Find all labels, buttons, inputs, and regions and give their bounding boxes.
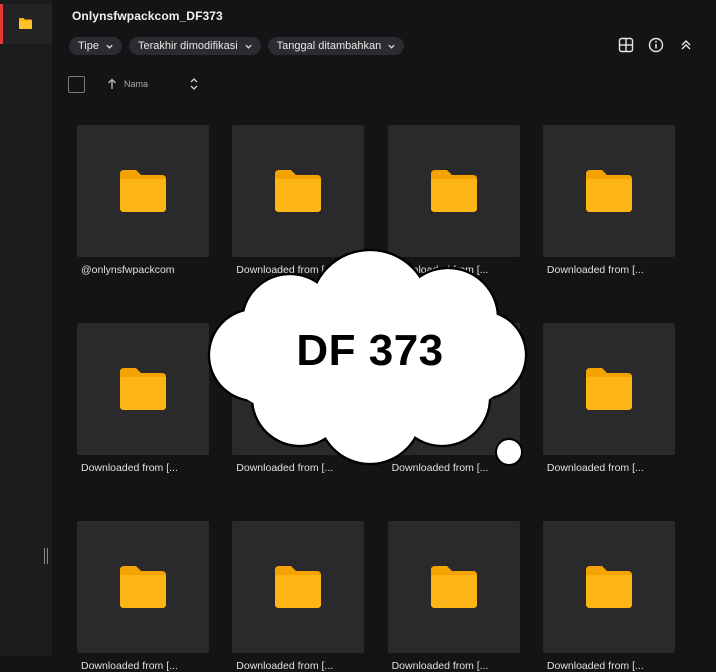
toolbar bbox=[618, 37, 694, 53]
folder-thumbnail bbox=[542, 125, 675, 257]
chevron-down-icon bbox=[388, 44, 395, 49]
folder-name: Downloaded from [... bbox=[546, 264, 644, 276]
folder-thumbnail bbox=[232, 125, 365, 257]
folder-icon bbox=[120, 368, 166, 410]
folder-name: Downloaded from [... bbox=[236, 660, 334, 672]
folder-name: Downloaded from [... bbox=[391, 264, 489, 276]
filter-modified[interactable]: Terakhir dimodifikasi bbox=[129, 37, 261, 55]
folder-tile[interactable]: Downloaded from [... bbox=[232, 521, 365, 672]
rail-item-files[interactable] bbox=[0, 4, 52, 44]
folder-tile[interactable]: Downloaded from [... bbox=[542, 521, 675, 672]
folder-icon bbox=[585, 566, 632, 608]
folder-tile[interactable]: Downloaded from [... bbox=[387, 521, 520, 672]
folder-tile[interactable]: Downloaded from [... bbox=[77, 323, 209, 474]
chevron-down-icon bbox=[245, 44, 252, 49]
folder-tile[interactable]: @onlynsfwpackcom bbox=[77, 125, 209, 276]
folder-icon bbox=[585, 170, 632, 212]
folder-name: Downloaded from [... bbox=[81, 660, 178, 672]
folder-tile[interactable]: Downloaded from [... bbox=[542, 125, 675, 276]
folder-icon bbox=[585, 368, 632, 410]
filter-label: Tipe bbox=[78, 40, 99, 52]
folder-thumbnail bbox=[77, 521, 209, 653]
select-all-checkbox[interactable] bbox=[68, 76, 85, 93]
folder-name: Downloaded from [... bbox=[546, 462, 644, 474]
folder-tile[interactable]: Downloaded from [... bbox=[542, 323, 675, 474]
folder-name: Downloaded from [... bbox=[236, 462, 334, 474]
folder-name: Downloaded from [... bbox=[391, 660, 489, 672]
folder-thumbnail bbox=[542, 521, 675, 653]
filter-label: Terakhir dimodifikasi bbox=[138, 40, 238, 52]
folder-tile[interactable]: Downloaded from [... bbox=[232, 125, 365, 276]
folder-icon bbox=[275, 170, 322, 212]
collapse-icon[interactable] bbox=[678, 37, 694, 53]
folder-name: Downloaded from [... bbox=[391, 462, 489, 474]
arrow-up-icon[interactable] bbox=[107, 78, 117, 90]
folder-name: Downloaded from [... bbox=[546, 660, 644, 672]
folder-thumbnail bbox=[387, 125, 520, 257]
folder-thumbnail bbox=[387, 521, 520, 653]
folder-name: Downloaded from [... bbox=[81, 462, 178, 474]
folder-name: @onlynsfwpackcom bbox=[81, 264, 175, 276]
filter-chips: Tipe Terakhir dimodifikasi Tanggal ditam… bbox=[69, 37, 405, 55]
folder-thumbnail bbox=[77, 125, 209, 257]
filter-label: Tanggal ditambahkan bbox=[276, 40, 382, 52]
folder-icon bbox=[120, 566, 166, 608]
folder-thumbnail bbox=[232, 521, 365, 653]
folder-tile[interactable]: Downloaded from [... bbox=[387, 125, 520, 276]
chevron-down-icon bbox=[106, 44, 113, 49]
folder-name: Downloaded from [... bbox=[236, 264, 334, 276]
info-icon[interactable] bbox=[648, 37, 664, 53]
page-title: Onlynsfwpackcom_DF373 bbox=[72, 9, 223, 23]
grid-view-icon[interactable] bbox=[618, 37, 634, 53]
filter-type[interactable]: Tipe bbox=[69, 37, 122, 55]
folder-icon bbox=[275, 566, 322, 608]
folder-tile[interactable]: Downloaded from [... bbox=[77, 521, 209, 672]
folder-icon bbox=[430, 170, 477, 212]
folder-icon bbox=[430, 566, 477, 608]
folder-thumbnail bbox=[77, 323, 209, 455]
folder-icon bbox=[19, 18, 32, 29]
resize-handle[interactable] bbox=[44, 548, 50, 564]
folder-grid: @onlynsfwpackcom Downloaded from [... Down… bbox=[77, 125, 675, 672]
folder-icon bbox=[120, 170, 166, 212]
sort-label[interactable]: Nama bbox=[124, 79, 148, 89]
overlay-text: DF 373 bbox=[296, 326, 444, 375]
sort-toggle-icon[interactable] bbox=[189, 77, 199, 91]
filter-date-added[interactable]: Tanggal ditambahkan bbox=[267, 37, 405, 55]
active-indicator bbox=[0, 4, 3, 44]
left-rail bbox=[0, 0, 52, 656]
folder-thumbnail bbox=[542, 323, 675, 455]
